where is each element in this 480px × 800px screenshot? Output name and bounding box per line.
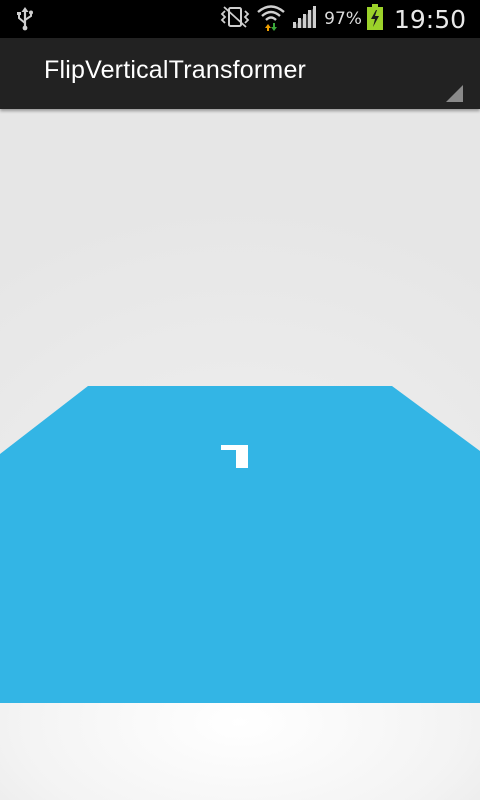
battery-percent: 97% — [324, 9, 362, 29]
device-screen: 97% 19:50 FlipVerticalTransformer — [0, 0, 480, 800]
wifi-icon — [256, 3, 286, 35]
page-surface — [0, 386, 480, 703]
status-bar: 97% 19:50 — [0, 0, 480, 38]
status-icons: 97% 19:50 — [218, 0, 466, 38]
action-bar: FlipVerticalTransformer — [0, 38, 480, 109]
flipped-page[interactable] — [0, 109, 480, 800]
app-title: FlipVerticalTransformer — [44, 56, 307, 84]
vibrate-mode-icon — [218, 5, 252, 33]
battery-charging-icon — [366, 3, 384, 35]
usb-icon — [12, 6, 38, 32]
viewpager-content[interactable] — [0, 109, 480, 800]
dropdown-corner-indicator-icon[interactable] — [446, 85, 463, 102]
signal-icon — [290, 4, 318, 34]
status-clock: 19:50 — [393, 4, 466, 34]
